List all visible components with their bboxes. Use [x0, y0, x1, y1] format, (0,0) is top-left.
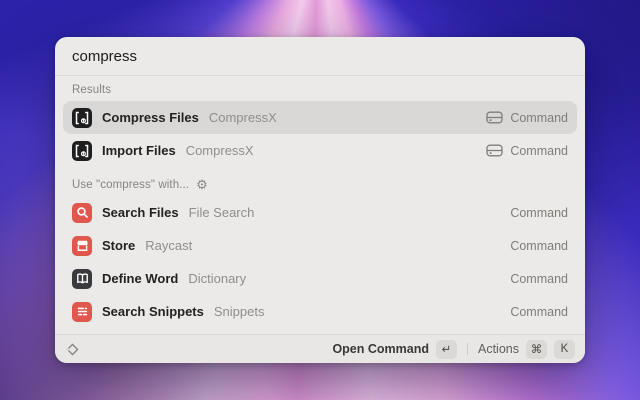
result-row-define-word[interactable]: Define Word Dictionary Command — [63, 262, 577, 295]
raycast-window: Results Compress Files CompressX — [55, 37, 585, 363]
result-subtitle: File Search — [188, 205, 255, 220]
result-subtitle: Dictionary — [188, 271, 247, 286]
result-subtitle: Raycast — [145, 238, 193, 253]
footer-bar: Open Command ↵ Actions ⌘ K — [55, 334, 585, 363]
results-section-label: Results — [63, 76, 577, 101]
open-command-button[interactable]: Open Command — [332, 342, 429, 356]
drive-icon — [486, 111, 503, 124]
search-input[interactable] — [72, 47, 568, 65]
result-type-badge: Command — [510, 205, 568, 220]
result-title: Search Snippets — [102, 304, 204, 319]
result-type-badge: Command — [510, 304, 568, 319]
result-type-badge: Command — [510, 238, 568, 253]
result-row-import-files[interactable]: Import Files CompressX Command — [63, 134, 577, 167]
store-icon — [72, 235, 92, 256]
file-search-icon — [72, 202, 92, 223]
result-type-badge: Command — [510, 110, 568, 125]
result-title: Store — [102, 238, 136, 253]
result-title: Import Files — [102, 143, 176, 158]
gear-icon[interactable]: ⚙ — [196, 178, 208, 191]
drive-icon — [486, 144, 503, 157]
snippets-icon — [72, 301, 92, 322]
suggestions-section-label: Use "compress" with... ⚙ — [63, 167, 577, 196]
compressx-app-icon — [72, 107, 92, 128]
k-keycap[interactable]: K — [554, 339, 575, 359]
enter-keycap[interactable]: ↵ — [436, 339, 457, 359]
result-subtitle: CompressX — [208, 110, 277, 125]
results-section-title: Results — [72, 84, 112, 96]
result-title: Define Word — [102, 271, 179, 286]
result-row-search-snippets[interactable]: Search Snippets Snippets Command — [63, 295, 577, 328]
result-row-store[interactable]: Store Raycast Command — [63, 229, 577, 262]
search-bar — [55, 37, 585, 75]
footer-separator — [467, 343, 468, 355]
result-title: Compress Files — [102, 110, 199, 125]
result-row-search-files[interactable]: Search Files File Search Command — [63, 196, 577, 229]
results-list: Results Compress Files CompressX Command… — [55, 76, 585, 334]
result-subtitle: CompressX — [185, 143, 254, 158]
result-row-compress-files[interactable]: Compress Files CompressX Command — [63, 101, 577, 134]
result-title: Search Files — [102, 205, 179, 220]
result-type-badge: Command — [510, 271, 568, 286]
command-keycap[interactable]: ⌘ — [526, 339, 547, 359]
result-type-badge: Command — [510, 143, 568, 158]
dictionary-icon — [72, 268, 92, 289]
compressx-app-icon — [72, 140, 92, 161]
suggestions-section-title: Use "compress" with... — [72, 178, 190, 191]
raycast-logo-icon — [66, 343, 79, 355]
actions-button[interactable]: Actions — [478, 342, 519, 356]
result-subtitle: Snippets — [213, 304, 265, 319]
